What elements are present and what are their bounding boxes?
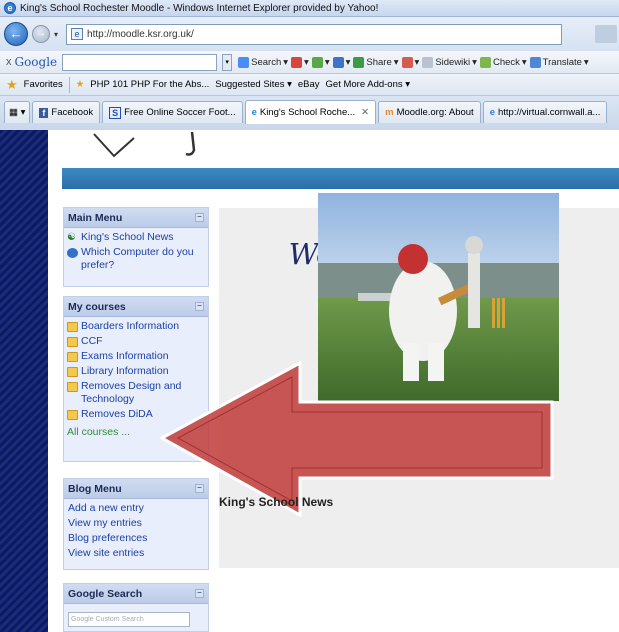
address-field[interactable]: e http://moodle.ksr.org.uk/: [66, 23, 563, 45]
share-icon: [353, 56, 365, 68]
collapse-icon[interactable]: –: [195, 589, 204, 598]
favorites-bar: ★ Favorites ★ PHP 101 PHP For the Abs...…: [0, 74, 619, 96]
google-search-button[interactable]: Search ▾: [238, 56, 288, 68]
course-link[interactable]: Boarders Information: [67, 320, 205, 333]
tab-virtual-cornwall[interactable]: e http://virtual.cornwall.a...: [482, 101, 608, 123]
plus-icon: [332, 56, 344, 68]
ie-tab-icon: e: [489, 107, 495, 118]
quick-tabs-icon: ▦ ▾: [9, 107, 26, 118]
folder-icon: [67, 382, 78, 392]
feeds-icon[interactable]: [595, 25, 617, 43]
google-search-dropdown-icon[interactable]: ▾: [222, 53, 233, 71]
sidewiki-button[interactable]: Sidewiki ▾: [422, 56, 477, 68]
window-title: King's School Rochester Moodle - Windows…: [20, 2, 379, 14]
favorites-button[interactable]: Favorites: [24, 79, 63, 90]
address-url: http://moodle.ksr.org.uk/: [87, 28, 194, 40]
apps-button[interactable]: ▾: [311, 56, 330, 68]
ie-icon: e: [4, 2, 16, 14]
block-title: Google Search: [68, 587, 143, 600]
blog-view-site-entries-link[interactable]: View site entries: [67, 547, 205, 560]
course-link[interactable]: CCF: [67, 335, 205, 348]
apps-icon: [311, 56, 323, 68]
site-favicon-icon: e: [71, 28, 84, 40]
site-logo-icon: [93, 131, 196, 158]
spellcheck-icon: [479, 56, 491, 68]
translate-button[interactable]: Translate ▾: [529, 56, 589, 68]
back-button[interactable]: ←: [4, 22, 28, 46]
folder-icon: [67, 367, 78, 377]
google-logo: Google: [14, 55, 58, 69]
youtube-icon: [291, 56, 303, 68]
quick-tabs-button[interactable]: ▦ ▾: [4, 101, 31, 123]
youtube-button[interactable]: ▾: [291, 56, 309, 68]
collapse-icon[interactable]: –: [195, 213, 204, 222]
separator: [68, 76, 70, 93]
block-header: My courses –: [64, 297, 208, 317]
google-custom-search-input[interactable]: Google Custom Search: [68, 612, 190, 627]
sidewiki-icon: [422, 56, 434, 68]
share-button[interactable]: Share ▾: [353, 56, 399, 68]
favorites-star-icon: ★: [6, 76, 18, 92]
tab-moodle-about[interactable]: m Moodle.org: About: [378, 101, 481, 123]
favorite-addons[interactable]: Get More Add-ons ▾: [326, 79, 411, 90]
menu-item-news[interactable]: ☯ King's School News: [67, 231, 205, 244]
choice-icon: [67, 248, 78, 258]
favorite-ebay[interactable]: eBay: [298, 79, 320, 90]
tab-facebook[interactable]: f Facebook: [32, 101, 101, 123]
folder-icon: [67, 337, 78, 347]
header-blue-band: [62, 168, 619, 189]
forum-icon: ☯: [67, 232, 76, 243]
close-tab-icon[interactable]: ✕: [361, 107, 369, 118]
news-heading: King's School News: [219, 495, 334, 509]
collapse-icon[interactable]: –: [195, 302, 204, 311]
spellcheck-button[interactable]: Check ▾: [479, 56, 527, 68]
ie-tab-icon: e: [251, 107, 257, 118]
site-logo-area: [48, 130, 619, 168]
google-search-block: Google Search – Google Custom Search: [63, 583, 209, 632]
favorite-php101[interactable]: PHP 101 PHP For the Abs...: [90, 79, 209, 90]
toolbar-close-icon[interactable]: x: [6, 56, 12, 68]
soccer-favicon-icon: S: [109, 106, 122, 119]
tab-kings-school[interactable]: e King's School Roche... ✕: [244, 100, 377, 124]
blog-preferences-link[interactable]: Blog preferences: [67, 532, 205, 545]
google-toolbar: x Google ▾ Search ▾ ▾ ▾ ▾ Share ▾ ▾ Side…: [0, 51, 619, 74]
window-titlebar: e King's School Rochester Moodle - Windo…: [0, 0, 619, 17]
address-toolbar: ← → ▾ e http://moodle.ksr.org.uk/: [0, 17, 619, 51]
page-left-decoration: [0, 130, 48, 632]
tab-soccer[interactable]: S Free Online Soccer Foot...: [102, 101, 243, 123]
moodle-icon: m: [385, 107, 394, 118]
facebook-icon: f: [39, 107, 49, 118]
google-search-input[interactable]: [62, 53, 218, 71]
add-favorite-icon[interactable]: ★: [76, 79, 85, 90]
bookmark-button[interactable]: ▾: [401, 56, 419, 68]
forward-button[interactable]: →: [32, 25, 50, 43]
favorite-suggested-sites[interactable]: Suggested Sites ▾: [215, 79, 292, 90]
folder-icon: [67, 352, 78, 362]
folder-icon: [67, 322, 78, 332]
history-dropdown-icon[interactable]: ▾: [54, 30, 58, 39]
bookmark-icon: [401, 56, 413, 68]
menu-item-which-computer[interactable]: Which Computer do you prefer?: [67, 246, 205, 272]
tab-bar: ▦ ▾ f Facebook S Free Online Soccer Foot..…: [0, 96, 619, 130]
block-title: Main Menu: [68, 211, 123, 224]
folder-icon: [67, 410, 78, 420]
search-icon: [238, 56, 250, 68]
block-header: Google Search –: [64, 584, 208, 604]
main-menu-block: Main Menu – ☯ King's School News Which Com…: [63, 207, 209, 287]
translate-icon: [529, 56, 541, 68]
plus-button[interactable]: ▾: [332, 56, 350, 68]
block-header: Main Menu –: [64, 208, 208, 228]
block-title: My courses: [68, 300, 126, 313]
block-title: Blog Menu: [68, 482, 122, 495]
